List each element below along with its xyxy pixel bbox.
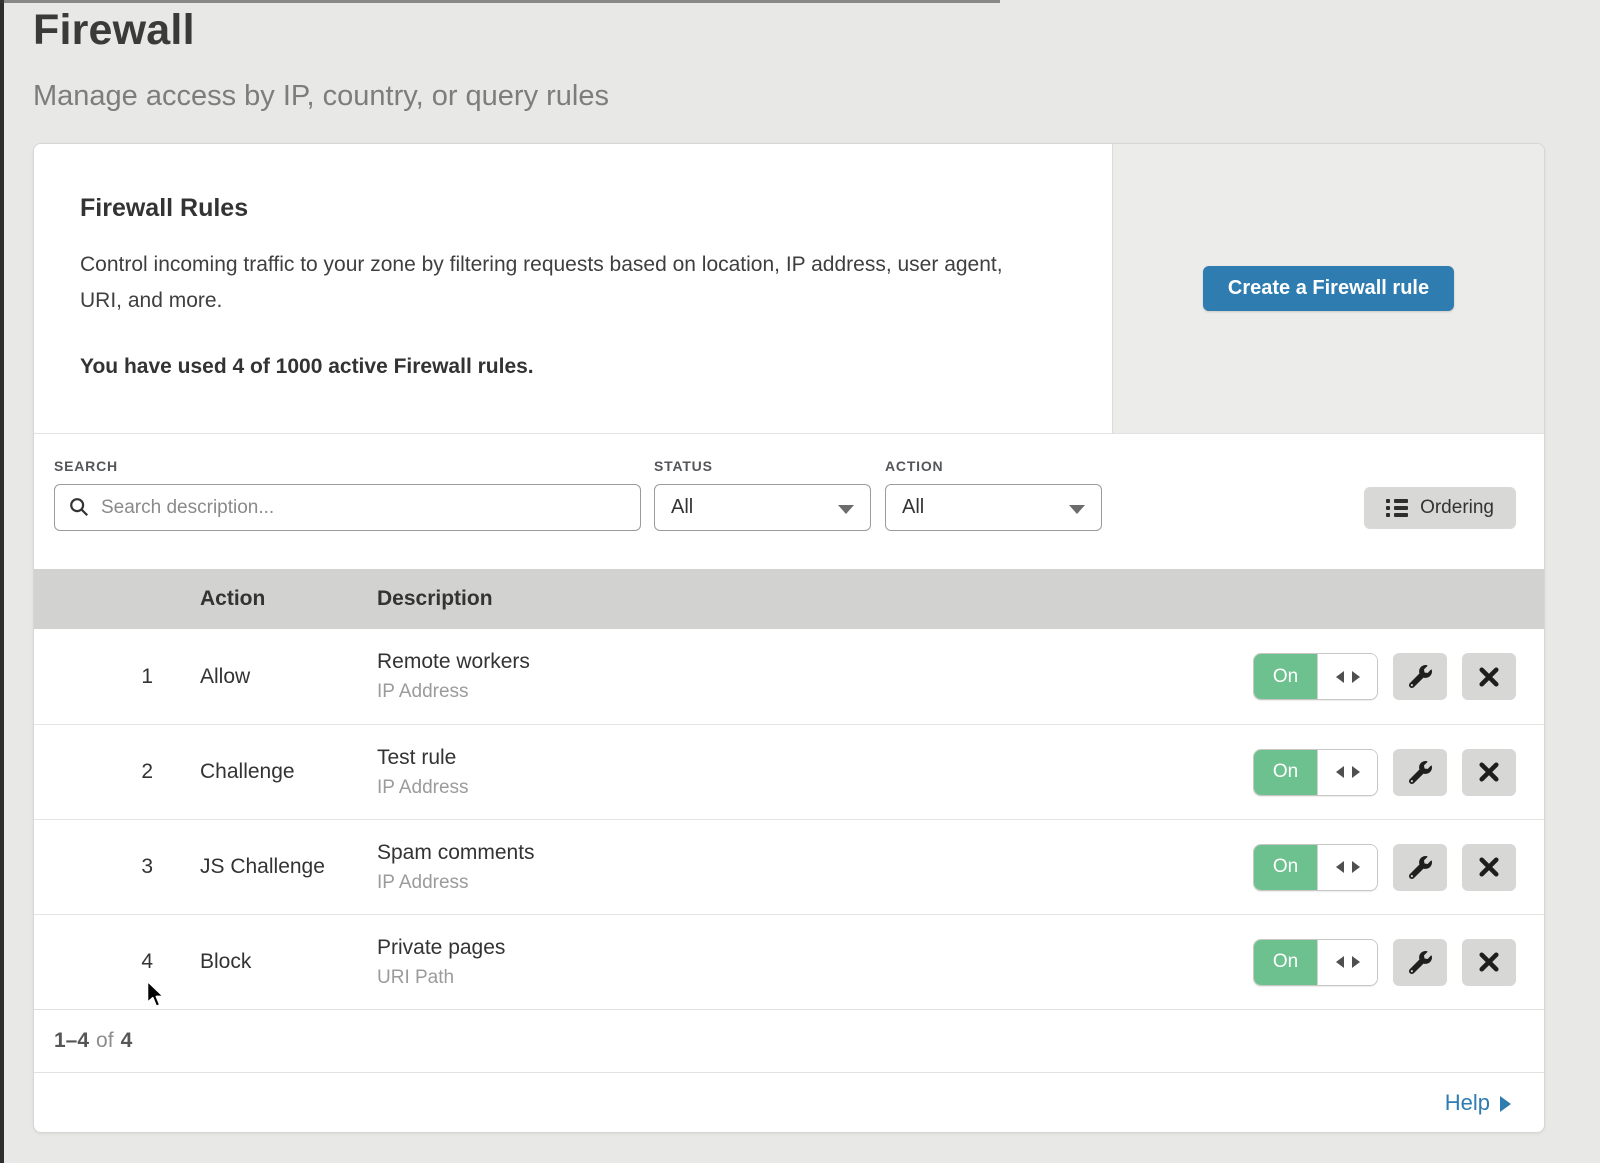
rule-action: JS Challenge: [167, 855, 344, 879]
rule-priority: 4: [34, 950, 167, 974]
toggle-drag-handle[interactable]: [1317, 845, 1377, 890]
rules-table: Action Description 1 Allow Remote worker…: [34, 569, 1544, 1072]
edit-rule-button[interactable]: [1393, 749, 1447, 796]
column-header-action: Action: [167, 587, 344, 611]
ordering-button-label: Ordering: [1420, 497, 1494, 519]
toggle-drag-handle[interactable]: [1317, 750, 1377, 795]
delete-rule-button[interactable]: [1462, 939, 1516, 986]
status-label: STATUS: [654, 458, 871, 474]
status-selected-value: All: [671, 496, 693, 519]
wrench-icon: [1409, 856, 1432, 879]
toggle-on-label: On: [1254, 654, 1317, 699]
create-firewall-rule-button[interactable]: Create a Firewall rule: [1203, 266, 1454, 311]
delete-rule-button[interactable]: [1462, 844, 1516, 891]
table-row: 1 Allow Remote workers IP Address On: [34, 629, 1544, 724]
rule-description: Remote workers: [377, 650, 1253, 674]
action-select[interactable]: All: [885, 484, 1102, 531]
action-label: ACTION: [885, 458, 1102, 474]
delete-rule-button[interactable]: [1462, 749, 1516, 796]
create-rule-panel: Create a Firewall rule: [1112, 144, 1544, 433]
window-edge: [0, 0, 4, 1163]
rule-action: Block: [167, 950, 344, 974]
left-right-arrows-icon: [1335, 954, 1361, 970]
page-subtitle: Manage access by IP, country, or query r…: [33, 80, 609, 113]
chevron-down-icon: [838, 505, 854, 514]
section-description: Control incoming traffic to your zone by…: [80, 247, 1030, 319]
rule-match-type: IP Address: [377, 681, 1253, 703]
window-edge-top: [0, 0, 1000, 3]
pagination: 1–4 of 4: [34, 1009, 1544, 1072]
search-input[interactable]: [54, 484, 641, 531]
table-row: 3 JS Challenge Spam comments IP Address …: [34, 819, 1544, 914]
rule-description: Test rule: [377, 746, 1253, 770]
toggle-on-label: On: [1254, 940, 1317, 985]
table-header-row: Action Description: [34, 569, 1544, 629]
wrench-icon: [1409, 761, 1432, 784]
table-row: 2 Challenge Test rule IP Address On: [34, 724, 1544, 819]
section-heading: Firewall Rules: [80, 194, 1054, 223]
close-icon: [1479, 667, 1499, 687]
pagination-total: 4: [121, 1029, 133, 1053]
table-row: 4 Block Private pages URI Path On: [34, 914, 1544, 1009]
filter-bar: SEARCH STATUS All ACTION All: [34, 434, 1544, 569]
status-select[interactable]: All: [654, 484, 871, 531]
edit-rule-button[interactable]: [1393, 653, 1447, 700]
left-right-arrows-icon: [1335, 859, 1361, 875]
close-icon: [1479, 952, 1499, 972]
chevron-down-icon: [1069, 505, 1085, 514]
pagination-of: of: [96, 1029, 114, 1053]
help-link[interactable]: Help: [1445, 1090, 1511, 1116]
rule-enabled-toggle[interactable]: On: [1253, 749, 1378, 796]
page-header: Firewall Manage access by IP, country, o…: [33, 6, 609, 113]
left-right-arrows-icon: [1335, 764, 1361, 780]
search-label: SEARCH: [54, 458, 641, 474]
firewall-rules-card: Firewall Rules Control incoming traffic …: [33, 143, 1545, 1133]
rule-enabled-toggle[interactable]: On: [1253, 939, 1378, 986]
toggle-drag-handle[interactable]: [1317, 654, 1377, 699]
wrench-icon: [1409, 665, 1432, 688]
card-footer: Help: [34, 1072, 1544, 1132]
rule-match-type: URI Path: [377, 967, 1253, 989]
rule-enabled-toggle[interactable]: On: [1253, 653, 1378, 700]
arrow-right-icon: [1500, 1096, 1511, 1112]
rule-description: Private pages: [377, 936, 1253, 960]
rule-priority: 3: [34, 855, 167, 879]
wrench-icon: [1409, 951, 1432, 974]
rule-priority: 2: [34, 760, 167, 784]
close-icon: [1479, 857, 1499, 877]
column-header-description: Description: [344, 587, 1544, 611]
help-link-label: Help: [1445, 1090, 1490, 1116]
action-selected-value: All: [902, 496, 924, 519]
toggle-drag-handle[interactable]: [1317, 940, 1377, 985]
rule-description: Spam comments: [377, 841, 1253, 865]
rule-match-type: IP Address: [377, 872, 1253, 894]
table-body: 1 Allow Remote workers IP Address On: [34, 629, 1544, 1009]
toggle-on-label: On: [1254, 845, 1317, 890]
overview-text: Firewall Rules Control incoming traffic …: [34, 144, 1114, 433]
rule-enabled-toggle[interactable]: On: [1253, 844, 1378, 891]
ordering-button[interactable]: Ordering: [1364, 487, 1516, 529]
rule-priority: 1: [34, 665, 167, 689]
toggle-on-label: On: [1254, 750, 1317, 795]
rule-match-type: IP Address: [377, 777, 1253, 799]
overview-section: Firewall Rules Control incoming traffic …: [34, 144, 1544, 434]
edit-rule-button[interactable]: [1393, 939, 1447, 986]
search-icon: [68, 496, 90, 518]
edit-rule-button[interactable]: [1393, 844, 1447, 891]
close-icon: [1479, 762, 1499, 782]
list-icon: [1386, 498, 1408, 518]
left-right-arrows-icon: [1335, 669, 1361, 685]
usage-summary: You have used 4 of 1000 active Firewall …: [80, 355, 1054, 379]
rule-action: Allow: [167, 665, 344, 689]
delete-rule-button[interactable]: [1462, 653, 1516, 700]
page-title: Firewall: [33, 6, 609, 55]
pagination-range: 1–4: [54, 1029, 89, 1053]
rule-action: Challenge: [167, 760, 344, 784]
